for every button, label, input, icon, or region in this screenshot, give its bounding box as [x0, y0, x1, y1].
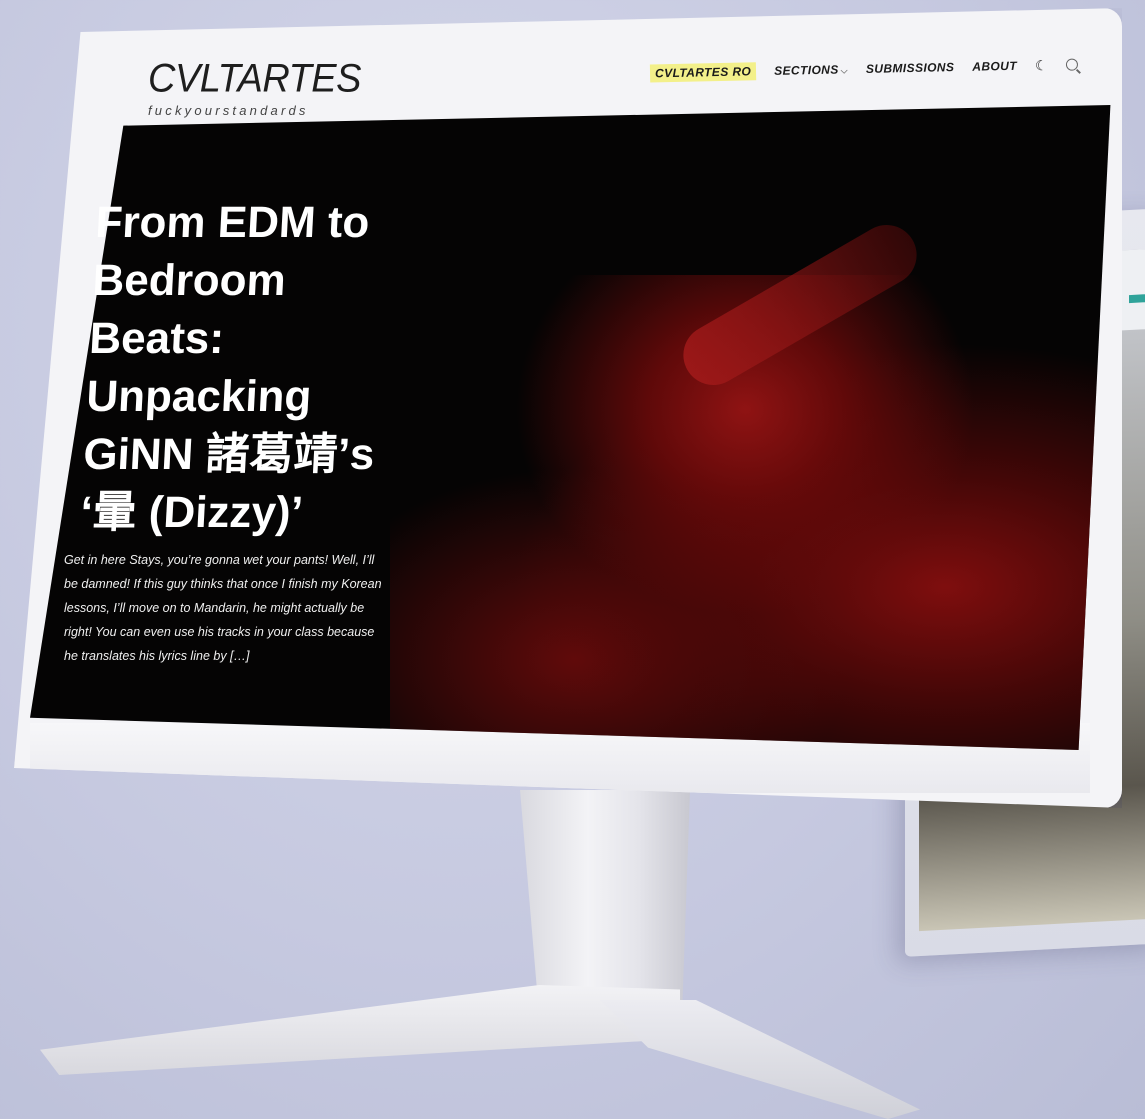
search-icon[interactable] [1065, 58, 1078, 71]
secondary-screen-accent [1129, 293, 1145, 304]
site-title[interactable]: CVLTARTES [148, 57, 362, 102]
site-tagline: fuckyourstandards [148, 103, 309, 118]
site-logo[interactable]: CVLTARTES fuckyourstandards [148, 57, 362, 118]
article-title[interactable]: From EDM to Bedroom Beats: Unpacking GiN… [79, 194, 427, 542]
nav-item-sections[interactable]: SECTIONS ⌵ [774, 62, 848, 78]
moon-icon[interactable]: ☾ [1035, 57, 1048, 74]
monitor-stand-foot [600, 1000, 920, 1119]
nav-item-submissions[interactable]: SUBMISSIONS [866, 60, 955, 76]
nav-item-cvltartes-ro[interactable]: CVLTARTES RO [649, 62, 757, 83]
nav-item-sections-label: SECTIONS [774, 62, 839, 78]
monitor-stand-base [40, 985, 680, 1075]
article-excerpt: Get in here Stays, you’re gonna wet your… [64, 552, 382, 663]
nav-item-about[interactable]: ABOUT [972, 59, 1017, 74]
chevron-down-icon: ⌵ [840, 65, 849, 76]
